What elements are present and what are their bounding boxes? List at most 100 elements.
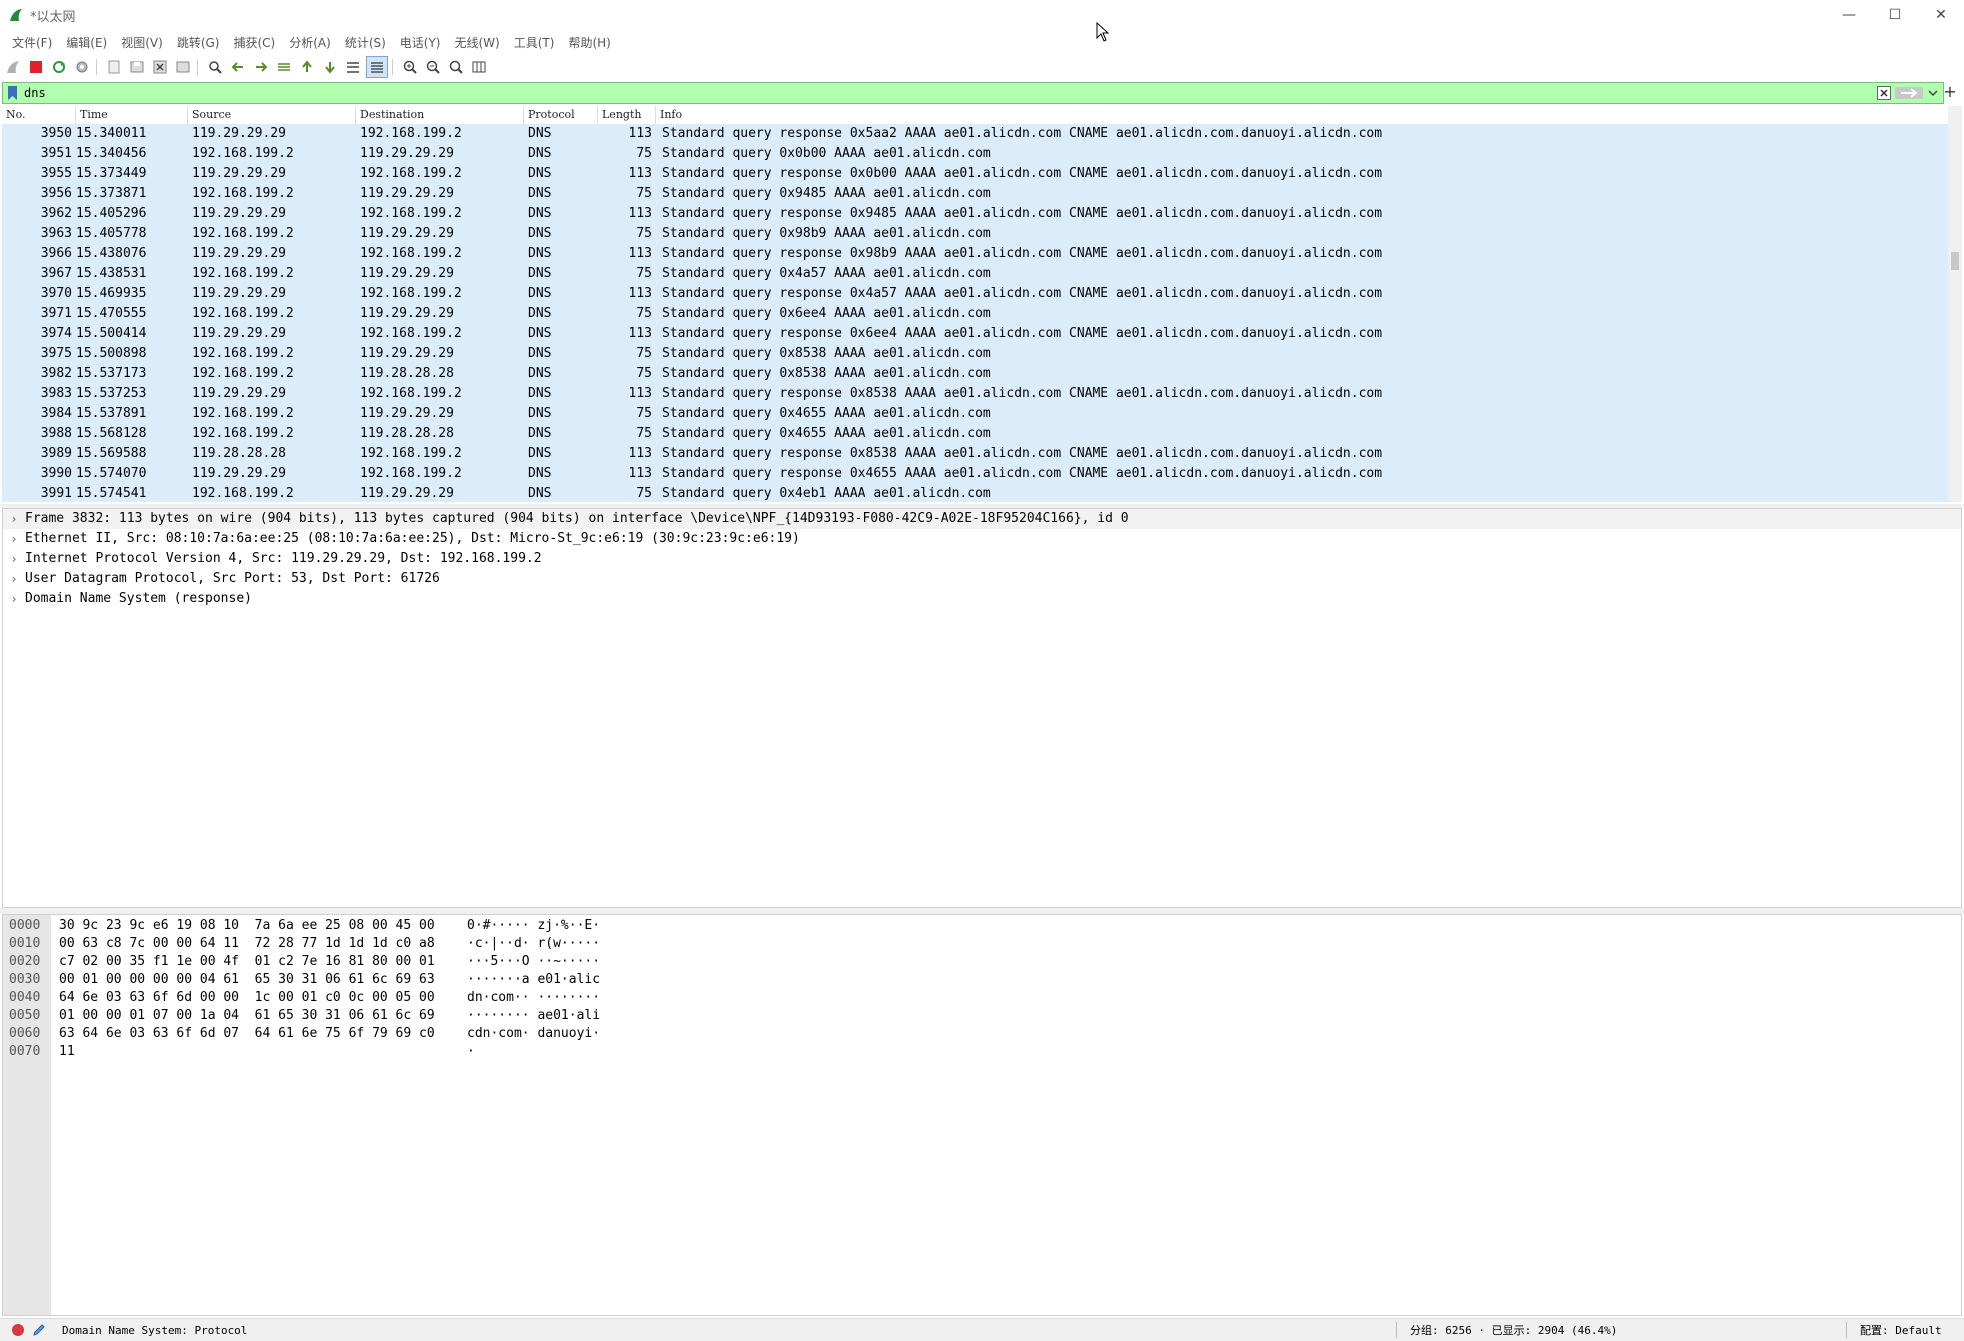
packet-row[interactable]: 3983 15.537253 119.29.29.29 192.168.199.2 DN… bbox=[2, 384, 1948, 404]
add-filter-button-icon[interactable]: + bbox=[1942, 82, 1958, 101]
packet-row[interactable]: 3984 15.537891 192.168.199.2 119.29.29.29 DN… bbox=[2, 404, 1948, 424]
column-header-protocol[interactable]: Protocol bbox=[524, 106, 598, 124]
packet-info: Standard query 0x4eb1 AAAA ae01.alicdn.c… bbox=[662, 486, 991, 501]
packet-info: Standard query response 0x5aa2 AAAA ae01… bbox=[662, 126, 1383, 141]
menu-item[interactable]: 跳转(G) bbox=[175, 34, 222, 51]
column-header-time[interactable]: Time bbox=[76, 106, 188, 124]
close-file-icon[interactable] bbox=[150, 57, 170, 77]
column-header-source[interactable]: Source bbox=[188, 106, 356, 124]
last-packet-icon[interactable] bbox=[320, 57, 340, 77]
shark-fin-start-icon[interactable] bbox=[3, 57, 23, 77]
detail-tree-item[interactable]: › Domain Name System (response) bbox=[3, 589, 1961, 609]
packet-source: 192.168.199.2 bbox=[192, 406, 294, 421]
packet-destination: 192.168.199.2 bbox=[360, 446, 462, 461]
restart-capture-icon[interactable] bbox=[49, 57, 69, 77]
packet-row[interactable]: 3989 15.569588 119.28.28.28 192.168.199.2 DN… bbox=[2, 444, 1948, 464]
packet-row[interactable]: 3967 15.438531 192.168.199.2 119.29.29.29 DN… bbox=[2, 264, 1948, 284]
bookmark-icon[interactable] bbox=[6, 85, 20, 101]
expand-chevron-icon[interactable]: › bbox=[3, 589, 25, 609]
packet-row[interactable]: 3982 15.537173 192.168.199.2 119.28.28.28 DN… bbox=[2, 364, 1948, 384]
menu-item[interactable]: 分析(A) bbox=[287, 34, 333, 51]
packet-row[interactable]: 3956 15.373871 192.168.199.2 119.29.29.29 DN… bbox=[2, 184, 1948, 204]
detail-tree-item[interactable]: › Ethernet II, Src: 08:10:7a:6a:ee:25 (08… bbox=[3, 529, 1961, 549]
expand-chevron-icon[interactable]: › bbox=[3, 569, 25, 589]
find-packet-icon[interactable] bbox=[205, 57, 225, 77]
menu-item[interactable]: 电话(Y) bbox=[398, 34, 443, 51]
go-to-packet-icon[interactable] bbox=[274, 57, 294, 77]
menu-item[interactable]: 统计(S) bbox=[343, 34, 388, 51]
packet-row[interactable]: 3991 15.574541 192.168.199.2 119.29.29.29 DN… bbox=[2, 484, 1948, 502]
close-icon[interactable]: ✕ bbox=[1918, 0, 1964, 30]
zoom-in-icon[interactable] bbox=[400, 57, 420, 77]
scrollbar-thumb[interactable] bbox=[1951, 252, 1959, 270]
column-header-no[interactable]: No. bbox=[2, 106, 76, 124]
hex-bytes: 30 9c 23 9c e6 19 08 10 7a 6a ee 25 08 0… bbox=[59, 918, 435, 933]
packet-row[interactable]: 3975 15.500898 192.168.199.2 119.29.29.29 DN… bbox=[2, 344, 1948, 364]
resize-columns-icon[interactable] bbox=[469, 57, 489, 77]
auto-scroll-icon[interactable] bbox=[343, 57, 363, 77]
column-header-info[interactable]: Info bbox=[656, 106, 1948, 124]
packet-info: Standard query response 0x98b9 AAAA ae01… bbox=[662, 246, 1383, 261]
packet-row[interactable]: 3962 15.405296 119.29.29.29 192.168.199.2 DN… bbox=[2, 204, 1948, 224]
menu-item[interactable]: 编辑(E) bbox=[64, 34, 109, 51]
expand-chevron-icon[interactable]: › bbox=[3, 529, 25, 549]
packet-info: Standard query response 0x4a57 AAAA ae01… bbox=[662, 286, 1383, 301]
main-toolbar bbox=[0, 56, 1964, 78]
column-header-destination[interactable]: Destination bbox=[356, 106, 524, 124]
packet-row[interactable]: 3974 15.500414 119.29.29.29 192.168.199.2 DN… bbox=[2, 324, 1948, 344]
packet-protocol: DNS bbox=[528, 166, 552, 181]
maximize-icon[interactable]: ☐ bbox=[1872, 0, 1918, 30]
column-header-length[interactable]: Length bbox=[598, 106, 656, 124]
clear-filter-icon[interactable] bbox=[1877, 86, 1891, 100]
packet-info: Standard query response 0x6ee4 AAAA ae01… bbox=[662, 326, 1383, 341]
packet-row[interactable]: 3963 15.405778 192.168.199.2 119.29.29.29 DN… bbox=[2, 224, 1948, 244]
packet-no: 3982 bbox=[40, 366, 72, 381]
packet-row[interactable]: 3951 15.340456 192.168.199.2 119.29.29.29 DN… bbox=[2, 144, 1948, 164]
first-packet-icon[interactable] bbox=[297, 57, 317, 77]
colorize-icon[interactable] bbox=[366, 56, 388, 78]
reload-file-icon[interactable] bbox=[173, 57, 193, 77]
packet-source: 192.168.199.2 bbox=[192, 346, 294, 361]
menu-item[interactable]: 捕获(C) bbox=[231, 34, 277, 51]
capture-options-icon[interactable] bbox=[72, 57, 92, 77]
detail-tree-item[interactable]: › User Datagram Protocol, Src Port: 53, D… bbox=[3, 569, 1961, 589]
detail-tree-label: Ethernet II, Src: 08:10:7a:6a:ee:25 (08:… bbox=[25, 531, 800, 546]
hex-offset: 0020 bbox=[9, 954, 41, 969]
packet-row[interactable]: 3970 15.469935 119.29.29.29 192.168.199.2 DN… bbox=[2, 284, 1948, 304]
packet-row[interactable]: 3988 15.568128 192.168.199.2 119.28.28.28 DN… bbox=[2, 424, 1948, 444]
zoom-out-icon[interactable] bbox=[423, 57, 443, 77]
expand-chevron-icon[interactable]: › bbox=[3, 509, 25, 529]
stop-capture-icon[interactable] bbox=[26, 57, 46, 77]
packet-bytes-pane: 0000 30 9c 23 9c e6 19 08 10 7a 6a ee 25 … bbox=[2, 914, 1962, 1316]
display-filter-input[interactable]: dns bbox=[24, 86, 1877, 100]
packet-row[interactable]: 3966 15.438076 119.29.29.29 192.168.199.2 DN… bbox=[2, 244, 1948, 264]
menu-item[interactable]: 工具(T) bbox=[512, 34, 557, 51]
expert-info-icon[interactable] bbox=[12, 1324, 24, 1336]
minimize-icon[interactable]: — bbox=[1826, 0, 1872, 30]
packet-protocol: DNS bbox=[528, 266, 552, 281]
status-field-text: Domain Name System: Protocol bbox=[62, 1323, 248, 1337]
profile-status[interactable]: 配置: Default bbox=[1860, 1322, 1942, 1338]
apply-filter-icon[interactable] bbox=[1895, 86, 1923, 100]
menu-item[interactable]: 视图(V) bbox=[119, 34, 165, 51]
packet-row[interactable]: 3950 15.340011 119.29.29.29 192.168.199.2 DN… bbox=[2, 124, 1948, 144]
normal-size-icon[interactable] bbox=[446, 57, 466, 77]
edit-comment-icon[interactable] bbox=[32, 1323, 46, 1337]
packet-list-scrollbar[interactable] bbox=[1948, 106, 1962, 502]
packet-row[interactable]: 3990 15.574070 119.29.29.29 192.168.199.2 DN… bbox=[2, 464, 1948, 484]
packet-length: 113 bbox=[628, 246, 652, 261]
packet-time: 15.340456 bbox=[76, 146, 147, 161]
menu-item[interactable]: 文件(F) bbox=[10, 34, 54, 51]
save-file-icon[interactable] bbox=[127, 57, 147, 77]
open-file-icon[interactable] bbox=[104, 57, 124, 77]
packet-row[interactable]: 3955 15.373449 119.29.29.29 192.168.199.2 DN… bbox=[2, 164, 1948, 184]
filter-dropdown-icon[interactable] bbox=[1927, 86, 1939, 100]
menu-item[interactable]: 无线(W) bbox=[453, 34, 502, 51]
detail-tree-item[interactable]: › Frame 3832: 113 bytes on wire (904 bits… bbox=[3, 509, 1961, 529]
menu-item[interactable]: 帮助(H) bbox=[566, 34, 612, 51]
detail-tree-item[interactable]: › Internet Protocol Version 4, Src: 119.2… bbox=[3, 549, 1961, 569]
go-back-icon[interactable] bbox=[228, 57, 248, 77]
packet-row[interactable]: 3971 15.470555 192.168.199.2 119.29.29.29 DN… bbox=[2, 304, 1948, 324]
expand-chevron-icon[interactable]: › bbox=[3, 549, 25, 569]
go-forward-icon[interactable] bbox=[251, 57, 271, 77]
